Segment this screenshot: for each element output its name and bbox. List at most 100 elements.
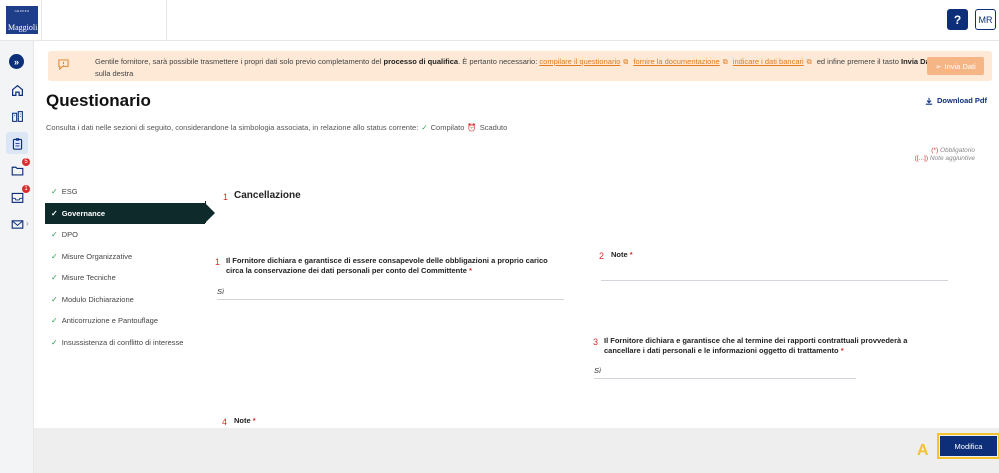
notice-text-before: Gentile fornitore, sarà possibile trasme…	[95, 57, 382, 66]
status-expired-label: Scaduto	[479, 123, 508, 132]
nav-item-label: Modulo Dichiarazione	[61, 294, 134, 304]
nav-item-dpo[interactable]: ✓ DPO	[45, 224, 205, 246]
logo-container: GRUPPO Maggioli	[0, 0, 42, 41]
nav-item-governance[interactable]: ✓ Governance	[45, 202, 215, 224]
external-link-icon: ⧉	[806, 59, 812, 66]
nav-item-modulo-dichiarazione[interactable]: ✓ Modulo Dichiarazione	[45, 289, 205, 311]
nav-item-conflitto-interesse[interactable]: ✓ Insussistenza di conflitto di interesse	[45, 332, 205, 354]
question-label: Il Fornitore dichiara e garantisce che a…	[604, 336, 908, 355]
nav-item-label: Misure Tecniche	[61, 273, 116, 283]
external-link-icon: ⧉	[623, 59, 629, 66]
link-provide-documentation[interactable]: fornire la documentazione	[633, 57, 719, 66]
logo-group-text: GRUPPO	[14, 9, 30, 13]
notice-text-mid: . È pertanto necessario:	[458, 57, 538, 66]
question-number: 1	[215, 257, 221, 267]
nav-item-misure-tecniche[interactable]: ✓ Misure Tecniche	[45, 267, 205, 289]
edit-button[interactable]: Modifica	[937, 433, 999, 459]
clipboard-icon[interactable]	[6, 132, 28, 154]
question-text: Note *	[611, 250, 711, 260]
nav-item-misure-organizzative[interactable]: ✓ Misure Organizzative	[45, 246, 205, 268]
notes-field[interactable]	[601, 265, 948, 281]
folder-icon[interactable]: 5	[6, 158, 30, 181]
nav-item-esg[interactable]: ✓ ESG	[45, 181, 205, 203]
question-label: Note	[611, 250, 628, 259]
questionnaire-nav: ✓ ESG ✓ Governance ✓ DPO ✓ Misure Organizzat…	[45, 181, 215, 354]
page-subtitle: Consulta i dati nelle sezioni di seguito…	[46, 123, 507, 132]
question-text: Il Fornitore dichiara e garantisce che a…	[604, 336, 924, 356]
nav-item-anticorruzione[interactable]: ✓ Anticorruzione e Pantouflage	[45, 310, 205, 332]
nav-item-label: Misure Organizzative	[61, 251, 133, 261]
notice-text-end: sulla destra	[95, 69, 134, 78]
question-number: 2	[599, 251, 605, 261]
message-alert-icon	[58, 59, 69, 70]
subtitle-text: Consulta i dati nelle sezioni di seguito…	[46, 123, 419, 132]
check-icon: ✓	[51, 251, 58, 261]
check-icon: ✓	[51, 316, 58, 326]
inbox-badge: 1	[22, 185, 30, 193]
answer-field[interactable]: Sì	[217, 284, 564, 300]
annotation-marker: A	[917, 442, 929, 459]
chevron-right-icon[interactable]: ›	[26, 219, 29, 228]
nav-item-label: Anticorruzione e Pantouflage	[61, 316, 159, 326]
nav-item-label: Insussistenza di conflitto di interesse	[61, 337, 184, 347]
nav-item-label: ESG	[61, 187, 78, 197]
link-compile-questionnaire[interactable]: compilare il questionario	[539, 57, 620, 66]
sidebar: » 5 1 ›	[0, 41, 34, 473]
send-data-label: Invia Dati	[944, 61, 976, 71]
send-icon: ➢	[935, 61, 942, 71]
question-number: 3	[593, 337, 599, 347]
folder-badge: 5	[22, 158, 30, 166]
alarm-icon: ⏰	[467, 123, 477, 132]
mail-icon[interactable]	[6, 213, 28, 235]
check-icon: ✓	[51, 337, 58, 347]
check-icon: ✓	[51, 230, 58, 240]
question-text: Note *	[234, 416, 334, 426]
download-pdf-link[interactable]: Download Pdf	[925, 96, 987, 105]
expand-sidebar-icon[interactable]: »	[9, 54, 24, 69]
link-bank-details[interactable]: indicare i dati bancari	[733, 57, 804, 66]
section-title: Cancellazione	[234, 190, 301, 201]
qualification-notice: Gentile fornitore, sarà possibile trasme…	[48, 51, 992, 81]
help-button[interactable]: ?	[947, 9, 968, 30]
external-link-icon: ⧉	[722, 59, 728, 66]
question-label: Note	[234, 416, 251, 425]
notice-text: Gentile fornitore, sarà possibile trasme…	[95, 56, 935, 79]
inbox-icon[interactable]: 1	[6, 185, 30, 208]
section-number: 1	[223, 192, 229, 202]
logo-brand-text: Maggioli	[8, 23, 38, 32]
user-avatar[interactable]: MR	[975, 9, 996, 30]
nav-item-label: Governance	[61, 208, 106, 218]
nav-item-label: DPO	[61, 230, 78, 240]
home-icon[interactable]	[6, 79, 28, 101]
status-compiled-label: Compilato	[430, 123, 465, 132]
legend-required: Obbligatorio	[939, 147, 975, 154]
required-mark: *	[629, 250, 633, 259]
legend-notes: Note aggiuntive	[929, 155, 975, 162]
legend-required-mark: (*)	[931, 147, 939, 154]
check-icon: ✓	[51, 294, 58, 304]
required-mark: *	[252, 416, 256, 425]
question-text: Il Fornitore dichiara e garantisce di es…	[226, 256, 566, 276]
buildings-icon[interactable]	[6, 105, 28, 127]
question-number: 4	[222, 417, 228, 427]
check-icon: ✓	[51, 273, 58, 283]
notice-process-bold: processo di qualifica	[383, 57, 459, 66]
maggioli-logo[interactable]: GRUPPO Maggioli	[6, 6, 38, 34]
nav-divider	[205, 201, 206, 223]
notice-text-after: ed infine premere il tasto	[816, 57, 899, 66]
top-bar: GRUPPO Maggioli ? MR	[0, 0, 999, 41]
check-icon: ✓	[51, 208, 58, 218]
legend: (*) Obbligatorio ([...]) Note aggiuntive	[915, 147, 975, 163]
answer-field[interactable]: Sì	[594, 363, 856, 379]
download-icon	[925, 97, 933, 105]
footer-bar	[34, 428, 999, 473]
question-label: Il Fornitore dichiara e garantisce di es…	[226, 256, 548, 275]
check-icon: ✓	[51, 187, 58, 197]
top-divider	[166, 0, 167, 41]
download-pdf-label: Download Pdf	[937, 96, 987, 105]
page-title: Questionario	[46, 91, 151, 110]
send-data-button[interactable]: ➢ Invia Dati	[927, 57, 984, 75]
check-icon: ✓	[421, 123, 428, 132]
legend-notes-mark: ([...])	[914, 155, 929, 162]
main-content: Gentile fornitore, sarà possibile trasme…	[34, 41, 999, 428]
